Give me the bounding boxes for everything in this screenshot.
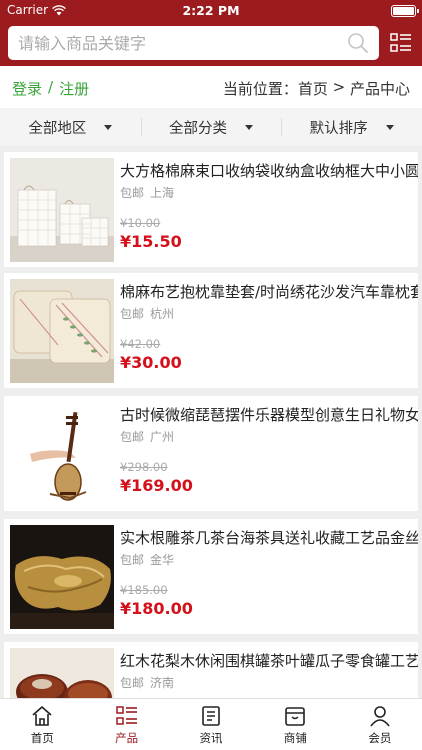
clock: 2:22 PM [182,3,240,18]
breadcrumb-current: 产品中心 [349,80,410,98]
product-meta: 包邮 上海 [120,184,174,201]
filter-sort[interactable]: 默认排序 [281,108,422,146]
product-image-pipa[interactable] [10,402,114,506]
auth-links: 登录 / 注册 [12,78,89,99]
current-price: ¥169.00 [120,476,193,495]
original-price: ¥185.00 [120,583,168,597]
product-meta: 包邮 广州 [120,428,174,445]
product-title[interactable]: 红木花梨木休闲围棋罐茶叶罐瓜子零食罐工艺 [120,650,418,671]
tab-home-label: 首页 [30,731,54,745]
product-title[interactable]: 实木根雕茶几茶台海茶具送礼收藏工艺品金丝 [120,527,418,548]
breadcrumb-arrow: > [327,78,350,96]
search-bar [8,26,379,60]
shipping-tag: 包邮 [120,676,145,690]
shipping-tag: 包邮 [120,307,145,321]
product-image-tea-tray[interactable] [10,525,114,629]
shipping-tag: 包邮 [120,553,145,567]
original-price: ¥10.00 [120,216,161,230]
news-icon [202,706,220,726]
register-link[interactable]: 注册 [59,78,89,99]
product-title[interactable]: 大方格棉麻束口收纳袋收纳盒收纳框大中小圆 [120,160,418,181]
filter-region[interactable]: 全部地区 [0,108,141,146]
shop-icon [285,707,306,726]
breadcrumb: 当前位置： 首页 > 产品中心 [223,78,410,99]
product-card[interactable]: 古时候微缩琵琶摆件乐器模型创意生日礼物女 包邮 广州 ¥298.00 ¥169.… [4,396,418,511]
product-card[interactable]: 棉麻布艺抱枕靠垫套/时尚绣花沙发汽车靠枕套 包邮 杭州 ¥42.00 ¥30.0… [4,273,418,388]
product-list: 大方格棉麻束口收纳袋收纳盒收纳框大中小圆 包邮 上海 ¥10.00 ¥15.50 [0,146,422,698]
search-icon[interactable] [347,32,369,54]
product-location: 广州 [150,430,175,444]
product-card[interactable]: 大方格棉麻束口收纳袋收纳盒收纳框大中小圆 包邮 上海 ¥10.00 ¥15.50 [4,152,418,267]
tab-shops[interactable]: 商铺 [253,699,337,750]
tab-home[interactable]: 首页 [0,699,84,750]
product-card[interactable]: 实木根雕茶几茶台海茶具送礼收藏工艺品金丝 包邮 金华 ¥185.00 ¥180.… [4,519,418,634]
tab-news[interactable]: 资讯 [169,699,253,750]
status-bar: Carrier 2:22 PM [0,0,422,22]
battery-icon [391,5,419,17]
tab-news-label: 资讯 [199,731,223,745]
tab-shops-label: 商铺 [283,731,307,745]
filter-sort-label: 默认排序 [309,120,368,137]
tab-member-label: 会员 [368,731,392,745]
original-price: ¥298.00 [120,460,168,474]
search-input[interactable] [8,26,338,60]
caret-down-icon [245,124,253,130]
product-card[interactable]: 红木花梨木休闲围棋罐茶叶罐瓜子零食罐工艺 包邮 济南 [4,642,418,698]
current-price: ¥30.00 [120,353,182,372]
tab-products[interactable]: 产品 [84,699,168,750]
product-meta: 包邮 济南 [120,674,174,691]
login-link[interactable]: 登录 [12,78,42,99]
current-price: ¥15.50 [120,232,182,251]
product-location: 杭州 [150,307,175,321]
tab-member[interactable]: 会员 [338,699,422,750]
product-title[interactable]: 棉麻布艺抱枕靠垫套/时尚绣花沙发汽车靠枕套 [120,281,418,302]
filter-region-label: 全部地区 [28,120,87,137]
product-title[interactable]: 古时候微缩琵琶摆件乐器模型创意生日礼物女 [120,404,418,425]
auth-separator: / [48,78,54,96]
tab-products-label: 产品 [115,731,139,745]
list-icon [115,706,137,725]
caret-down-icon [385,124,394,130]
location-label: 当前位置： [222,80,298,98]
home-icon [32,706,52,726]
bottom-tab-bar: 首页 产品 资讯 商铺 会员 [0,698,422,750]
product-location: 金华 [150,553,175,567]
user-icon [370,706,390,727]
product-meta: 包邮 杭州 [120,305,174,322]
category-menu-icon[interactable] [390,33,412,53]
product-location: 济南 [150,676,175,690]
app-header: Carrier 2:22 PM [0,0,422,66]
product-meta: 包邮 金华 [120,551,174,568]
current-price: ¥180.00 [120,599,193,618]
breadcrumb-bar: 登录 / 注册 当前位置： 首页 > 产品中心 [0,66,422,108]
product-image-rosewood-jars[interactable] [10,648,114,698]
filter-bar: 全部地区 全部分类 默认排序 [0,108,422,146]
filter-category-label: 全部分类 [169,120,227,137]
product-location: 上海 [150,186,175,200]
product-image-cushions[interactable] [10,279,114,383]
original-price: ¥42.00 [120,337,161,351]
caret-down-icon [104,124,113,130]
shipping-tag: 包邮 [120,430,145,444]
filter-category[interactable]: 全部分类 [140,108,282,146]
shipping-tag: 包邮 [120,186,145,200]
product-image-storage-baskets[interactable] [10,158,114,262]
breadcrumb-home[interactable]: 首页 [298,78,328,99]
